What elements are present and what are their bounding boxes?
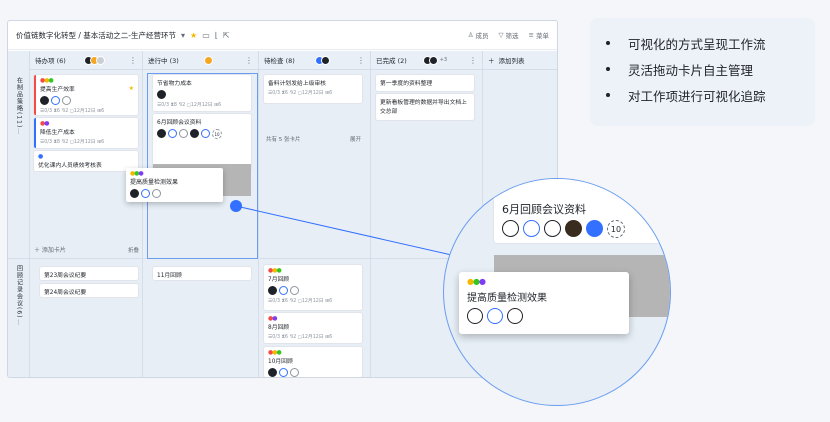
lane-label-review[interactable]: 回顾记录会议(6) ⋮ (8, 265, 29, 375)
more-icon[interactable]: ⋮ (16, 128, 22, 136)
column-header: 待办项 (6) ⋮ (30, 51, 142, 70)
column-header: 进行中 (3) ⋮ (143, 51, 258, 70)
plus-icon: ＋ (34, 247, 42, 254)
filter-icon: ▽ (498, 31, 504, 39)
card-meta: ☰0/3 ⧗8 ⅋2 ◻12月12日 ⊞6 (40, 140, 105, 145)
chevron-down-icon[interactable]: ▾ (181, 31, 185, 40)
task-card[interactable]: ●●● 7月回顾 ☰0/3 ⧗6 ⅋2 ◻12月12日 ⊞6 (264, 265, 362, 310)
magnifier-connector (230, 200, 457, 257)
card-title: 8月回顾 (268, 325, 290, 331)
card-title: 7月回顾 (268, 277, 290, 283)
more-icon[interactable]: ⋮ (357, 56, 365, 65)
star-icon[interactable]: ★ (129, 85, 134, 92)
task-card[interactable]: 第23周会议纪要 (40, 267, 138, 280)
menu-button[interactable]: ≡ 菜单 (529, 30, 549, 40)
card-meta: ☰0/3 ⧗6 ⅋2 ◻12月12日 ⊞6 (268, 91, 333, 96)
top-bar: 价值链数字化转型 / 基本活动之二-生产经营环节 ▾ ★ ▭ ⌊ ⇱ ♙ 成员 ▽… (8, 21, 557, 50)
filter-button[interactable]: ▽ 筛选 (499, 30, 519, 40)
board-view-icon[interactable]: ▭ (202, 31, 210, 40)
card-title: 提高生产效率 (40, 87, 75, 93)
task-card[interactable]: ● 优化课内人员绩效考核表 (34, 151, 138, 171)
more-icon[interactable]: ⋮ (245, 56, 253, 65)
task-card[interactable]: 11月回顾 (153, 267, 251, 280)
column-header: 待检查 (8) ⋮ (259, 51, 370, 70)
features-panel: 可视化的方式呈现工作流 灵活拖动卡片自主管理 对工作项进行可视化追踪 (590, 18, 815, 126)
column-avatars[interactable] (315, 55, 331, 65)
chart-icon[interactable]: ⌊ (215, 31, 218, 40)
card-title: 10月回顾 (268, 359, 293, 365)
column-avatars[interactable] (83, 55, 105, 65)
feature-item: 对工作项进行可视化追踪 (606, 82, 815, 108)
star-icon[interactable]: ★ (190, 31, 197, 40)
lens-card-assignees: 10 (502, 220, 625, 238)
card-title: 降低生产成本 (40, 130, 75, 136)
expand-button[interactable]: 展开 (350, 135, 361, 143)
card-title: 更新看板管理的数据并导出文档上交总部 (380, 100, 467, 115)
plus-icon: ＋ (488, 57, 495, 65)
add-card-button[interactable]: ＋ 添加卡片 (34, 245, 66, 254)
more-icon[interactable]: ⋮ (16, 319, 22, 327)
card-assignees (40, 96, 134, 105)
lens-card: 6月回顾会议资料 10 (494, 179, 670, 243)
card-assignees (268, 368, 358, 377)
dragged-card[interactable]: ●●● 提高质量检测效果 (126, 168, 223, 202)
members-button[interactable]: ♙ 成员 (468, 30, 489, 40)
task-card[interactable]: 备料计划发给上级审核 ☰0/3 ⧗6 ⅋2 ◻12月12日 ⊞6 (264, 75, 362, 103)
fold-button[interactable]: 折叠 (128, 246, 139, 254)
lane-label-wip[interactable]: 在制品策略(11) ⋮ (8, 77, 29, 197)
lens-drag-assignees (467, 308, 523, 324)
lens-side-number: 8 (444, 235, 451, 246)
add-list-button[interactable]: ＋ 添加列表 (483, 51, 557, 70)
export-icon[interactable]: ⇱ (223, 31, 230, 40)
task-card[interactable]: 第一季度的资料整理 (376, 75, 474, 91)
column-avatars[interactable] (204, 55, 214, 65)
task-card[interactable]: ●● 降低生产成本 ☰0/3 ⧗8 ⅋2 ◻12月12日 ⊞6 (34, 118, 138, 148)
card-title: 备料计划发给上级审核 (268, 81, 326, 87)
more-icon[interactable]: ⋮ (469, 56, 477, 65)
column-avatars[interactable]: +3 (422, 55, 447, 65)
label-dots: ●●● (467, 277, 486, 286)
card-title: 优化课内人员绩效考核表 (38, 163, 102, 169)
feature-item: 可视化的方式呈现工作流 (606, 30, 815, 56)
card-count: 共有 5 张卡片 (266, 137, 301, 143)
menu-icon: ≡ (528, 31, 534, 39)
more-icon[interactable]: ⋮ (129, 56, 137, 65)
magnifier-lens: 6月回顾会议资料 10 8 ●●● 提高质量检测效果 (443, 178, 671, 406)
card-title: 提高质量检测效果 (130, 179, 179, 186)
card-meta: ☰0/3 ⧗6 ⅋2 ◻12月12日 ⊞6 (268, 299, 333, 304)
card-assignees (268, 286, 358, 295)
column-header: 已完成 (2) +3 ⋮ (371, 51, 482, 70)
user-icon: ♙ (467, 31, 474, 39)
task-card[interactable]: ●●● 提高生产效率 ★ ☰0/3 ⧗6 ⅋2 ◻12月12日 ⊞6 (34, 75, 138, 115)
lens-dragged-card: ●●● 提高质量检测效果 (459, 272, 629, 334)
card-meta: ☰0/3 ⧗6 ⅋2 ◻12月12日 ⊞6 (268, 335, 333, 340)
card-assignees (130, 189, 219, 198)
card-meta: ☰0/3 ⧗6 ⅋2 ◻12月12日 ⊞6 (40, 109, 105, 114)
task-card[interactable]: 更新看板管理的数据并导出文档上交总部 (376, 94, 474, 120)
card-title: 第一季度的资料整理 (380, 81, 433, 87)
task-card[interactable]: ●●● 10月回顾 (264, 347, 362, 377)
task-card[interactable]: 第24周会议纪要 (40, 284, 138, 297)
breadcrumb[interactable]: 价值链数字化转型 / 基本活动之二-生产经营环节 (16, 30, 176, 41)
feature-item: 灵活拖动卡片自主管理 (606, 56, 815, 82)
task-card[interactable]: ●● 8月回顾 ☰0/3 ⧗6 ⅋2 ◻12月12日 ⊞6 (264, 313, 362, 343)
